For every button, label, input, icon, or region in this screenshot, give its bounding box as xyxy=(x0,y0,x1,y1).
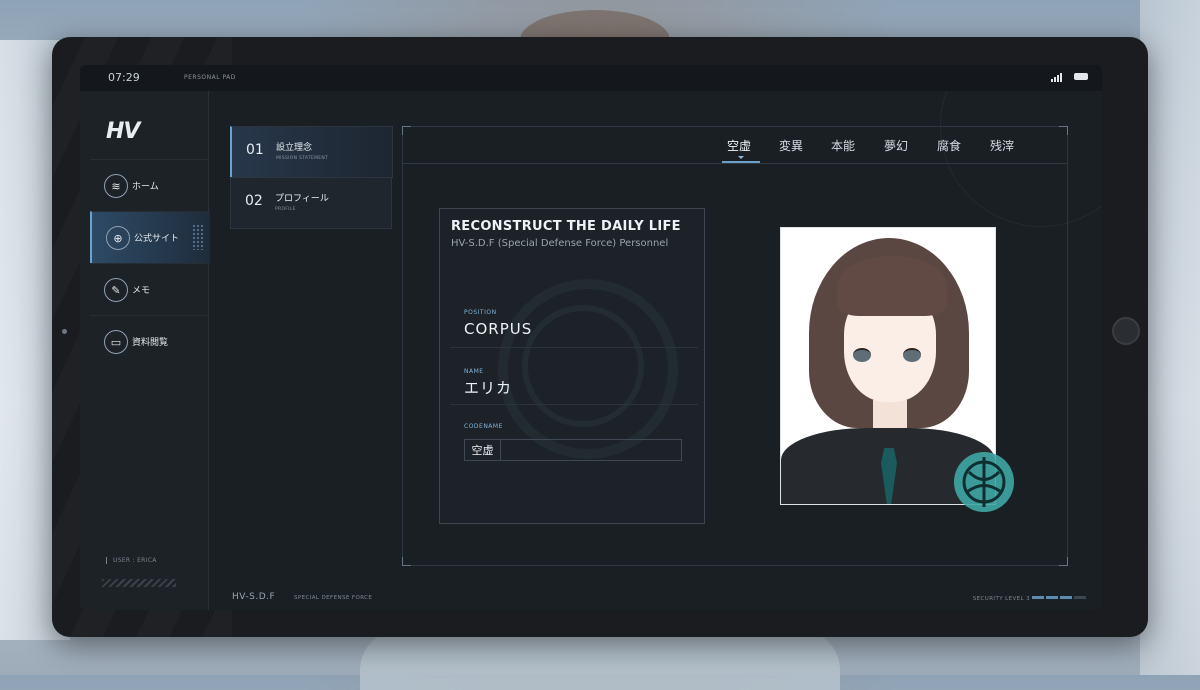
app-logo: HV xyxy=(106,119,140,144)
sidebar-item-label: 資料閲覧 xyxy=(132,338,169,348)
submenu-title: プロフィール xyxy=(275,194,329,204)
signal-icon xyxy=(1051,73,1062,82)
tab-kuukyo[interactable]: 空虚 xyxy=(727,137,751,154)
user-label: USER : ERICA xyxy=(106,557,157,564)
portrait-eye-right xyxy=(903,348,921,362)
submenu-title: 設立理念 xyxy=(276,143,313,153)
security-bar xyxy=(1046,596,1058,599)
security-level-indicator xyxy=(1032,596,1086,599)
corner-mark xyxy=(1059,557,1068,566)
codename-field: 空虚 xyxy=(464,439,682,461)
globe-icon: ⊕ xyxy=(106,226,130,250)
footer-org-full: SPECIAL DEFENSE FORCE xyxy=(294,595,373,601)
security-bar xyxy=(1074,596,1086,599)
edit-icon: ✎ xyxy=(104,278,128,302)
card-title: RECONSTRUCT THE DAILY LIFE xyxy=(451,219,681,234)
camera-dot xyxy=(62,329,67,334)
portrait-neck xyxy=(873,400,907,430)
sidebar: HV ≋ ホーム ⊕ 公式サイト ✎ メモ ▭ 資料閲覧 USER : ERIC… xyxy=(80,91,210,610)
submenu-item-profile[interactable]: 02 プロフィール PROFILE xyxy=(230,177,392,229)
emblem-watermark-inner xyxy=(522,305,644,427)
name-value: エリカ xyxy=(464,379,513,397)
device-label: PERSONAL PAD xyxy=(184,74,236,81)
codename-label: CODENAME xyxy=(464,423,503,430)
faction-badge-icon xyxy=(954,452,1014,512)
codename-value: 空虚 xyxy=(465,440,501,460)
submenu-caption: MISSION STATEMENT xyxy=(276,156,329,161)
card-subtitle: HV-S.D.F (Special Defense Force) Personn… xyxy=(451,238,669,249)
sidebar-item-label: 公式サイト xyxy=(134,234,180,244)
tablet-screen: 07:29 PERSONAL PAD HV ≋ ホーム ⊕ 公式サイト ✎ メモ xyxy=(80,65,1102,610)
profile-panel: 空虚 変異 本能 夢幻 腐食 残滓 RECONSTRUCT THE DAILY … xyxy=(402,126,1068,566)
portrait-eye-left xyxy=(853,348,871,362)
background-figure-shoulder xyxy=(360,630,840,690)
status-time: 07:29 xyxy=(108,71,140,84)
security-level-label: SECURITY LEVEL 3 xyxy=(972,596,1030,602)
corner-mark xyxy=(402,557,411,566)
tabs-divider xyxy=(403,163,1067,164)
background-light xyxy=(1140,0,1200,675)
layers-icon: ≋ xyxy=(104,174,128,198)
sidebar-item-official-site[interactable]: ⊕ 公式サイト xyxy=(90,211,210,264)
field-divider xyxy=(450,347,698,348)
submenu-number: 02 xyxy=(245,193,263,209)
folder-icon: ▭ xyxy=(104,330,128,354)
name-label: NAME xyxy=(464,368,484,375)
tab-honnou[interactable]: 本能 xyxy=(831,137,855,154)
corner-mark xyxy=(402,126,411,135)
battery-icon xyxy=(1074,73,1088,80)
position-label: POSITION xyxy=(464,309,497,316)
sidebar-item-label: メモ xyxy=(132,286,151,296)
position-value: CORPUS xyxy=(464,320,533,338)
status-bar: 07:29 PERSONAL PAD xyxy=(80,65,1102,91)
tab-zanshi[interactable]: 残滓 xyxy=(990,137,1014,154)
sidebar-item-memo[interactable]: ✎ メモ xyxy=(90,263,208,316)
corner-mark xyxy=(1059,126,1068,135)
sidebar-item-documents[interactable]: ▭ 資料閲覧 xyxy=(90,315,208,368)
submenu-item-mission[interactable]: 01 設立理念 MISSION STATEMENT xyxy=(230,126,393,178)
user-stripe xyxy=(102,579,176,587)
home-hardware-button[interactable] xyxy=(1112,317,1140,345)
sidebar-item-label: ホーム xyxy=(132,182,159,192)
tab-mugen[interactable]: 夢幻 xyxy=(884,137,908,154)
field-divider xyxy=(450,404,698,405)
sidebar-item-home[interactable]: ≋ ホーム xyxy=(90,159,208,212)
active-tab-caret xyxy=(738,156,744,159)
profile-card: RECONSTRUCT THE DAILY LIFE HV-S.D.F (Spe… xyxy=(439,208,705,524)
security-bar xyxy=(1060,596,1072,599)
dot-pattern xyxy=(192,224,204,250)
footer-org: HV-S.D.F xyxy=(232,592,276,602)
tablet-device: 07:29 PERSONAL PAD HV ≋ ホーム ⊕ 公式サイト ✎ メモ xyxy=(52,37,1148,637)
submenu-number: 01 xyxy=(246,142,264,158)
tab-fushoku[interactable]: 腐食 xyxy=(937,137,961,154)
portrait-bangs xyxy=(837,256,947,316)
security-bar xyxy=(1032,596,1044,599)
submenu-caption: PROFILE xyxy=(275,207,296,212)
tab-hen-i[interactable]: 変異 xyxy=(779,137,803,154)
